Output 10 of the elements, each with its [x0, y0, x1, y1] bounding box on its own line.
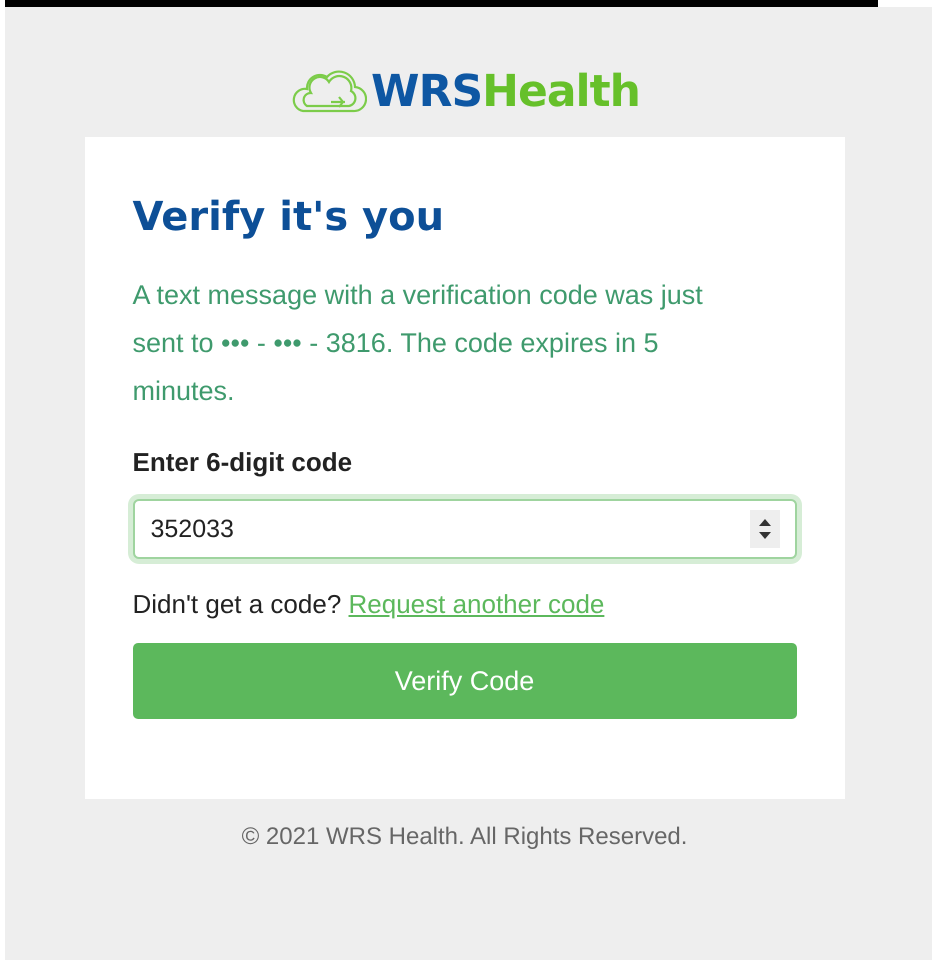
logo-text: WRSHealth: [371, 70, 640, 114]
page-title: Verify it's you: [132, 193, 446, 241]
request-code-link[interactable]: Request another code: [348, 589, 604, 619]
instruction-text: A text message with a verification code was just sent to ••• - ••• - 3816. The code expires in 5 minutes.: [132, 279, 704, 408]
field-label: Enter 6-digit code: [132, 446, 354, 479]
spinner-icon[interactable]: [750, 510, 780, 548]
verify-button[interactable]: Verify Code: [132, 643, 796, 719]
resend-text: Didn't get a code? Request another code: [132, 588, 606, 621]
copyright-text: © 2021 WRS Health. All Rights Reserved.: [242, 823, 688, 851]
code-input-field[interactable]: 352033: [132, 499, 796, 559]
